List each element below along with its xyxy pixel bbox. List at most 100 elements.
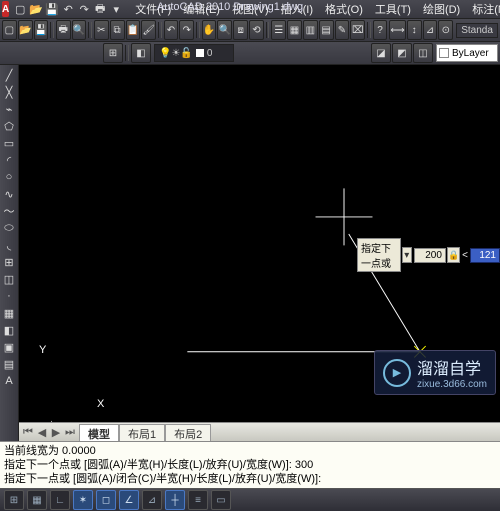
status-qp-icon[interactable]: ▭ [211, 490, 231, 510]
play-icon: ▶ [383, 359, 411, 387]
dynamic-input: 指定下一点或 ▾ 200 🔒 < 121 [357, 247, 500, 263]
zoom-win-icon[interactable]: ⧈ [233, 20, 248, 40]
status-ducs-icon[interactable]: ⊿ [142, 490, 162, 510]
pan-icon[interactable]: ✋ [202, 20, 217, 40]
insert-block-icon[interactable]: ⊞ [1, 254, 17, 270]
menubar: A ▢ 📂 💾 ↶ ↷ 🖶 ▾ 文件(F) 编辑(E) 视图(V) 插入(I) … [0, 0, 500, 19]
ellipse-icon[interactable]: ⬭ [1, 220, 17, 236]
layer-iso-icon[interactable]: ◪ [371, 43, 391, 63]
zoom-prev-icon[interactable]: ⟲ [249, 20, 264, 40]
status-snap-icon[interactable]: ⊞ [4, 490, 24, 510]
menu-format[interactable]: 格式(O) [319, 0, 369, 19]
mtext-icon[interactable]: A [1, 373, 17, 389]
layer-match-icon[interactable]: ◫ [413, 43, 433, 63]
status-dyn-icon[interactable]: ┼ [165, 490, 185, 510]
cmd-history-2: 指定下一个点或 [圆弧(A)/半宽(H)/长度(L)/放弃(U)/宽度(W)]:… [4, 458, 496, 472]
status-otrack-icon[interactable]: ∠ [119, 490, 139, 510]
calc-icon[interactable]: ⌧ [350, 20, 365, 40]
cut-icon[interactable]: ✂ [94, 20, 109, 40]
menu-file[interactable]: 文件(F) [129, 0, 177, 19]
qat-undo-icon[interactable]: ↶ [61, 2, 75, 16]
save-icon[interactable]: 💾 [34, 20, 49, 40]
match-icon[interactable]: 🖌 [141, 20, 156, 40]
tab-nav-first-icon[interactable]: ⏮ [21, 425, 35, 439]
open-icon[interactable]: 📂 [18, 20, 33, 40]
status-osnap-icon[interactable]: ◻ [96, 490, 116, 510]
region-icon[interactable]: ▣ [1, 339, 17, 355]
line-icon[interactable]: ╱ [1, 67, 17, 83]
polygon-icon[interactable]: ⬠ [1, 118, 17, 134]
dyn-dropdown-icon[interactable]: ▾ [402, 247, 412, 263]
ellipse-arc-icon[interactable]: ◟ [1, 237, 17, 253]
tool-palette-icon[interactable]: ▥ [303, 20, 318, 40]
copy-icon[interactable]: ⧉ [110, 20, 125, 40]
plot-icon[interactable]: 🖶 [56, 20, 71, 40]
dim-2-icon[interactable]: ↕ [407, 20, 422, 40]
gradient-icon[interactable]: ◧ [1, 322, 17, 338]
layer-bulb-icon: 💡 [159, 48, 171, 59]
zoom-rt-icon[interactable]: 🔍 [217, 20, 232, 40]
menu-insert[interactable]: 插入(I) [275, 0, 319, 19]
design-center-icon[interactable]: ▦ [287, 20, 302, 40]
point-icon[interactable]: · [1, 288, 17, 304]
menu-draw[interactable]: 绘图(D) [417, 0, 466, 19]
make-block-icon[interactable]: ◫ [1, 271, 17, 287]
revcloud-icon[interactable]: ∿ [1, 186, 17, 202]
layer-state-icon[interactable]: ◧ [131, 43, 151, 63]
arc-icon[interactable]: ◜ [1, 152, 17, 168]
tab-model[interactable]: 模型 [79, 424, 119, 442]
dim-1-icon[interactable]: ⟷ [389, 20, 405, 40]
app-icon[interactable]: A [2, 1, 9, 17]
help-icon[interactable]: ? [373, 20, 388, 40]
status-lwt-icon[interactable]: ≡ [188, 490, 208, 510]
qat-plot-icon[interactable]: 🖶 [93, 2, 107, 16]
qat-open-icon[interactable]: 📂 [29, 2, 43, 16]
status-polar-icon[interactable]: ✶ [73, 490, 93, 510]
paste-icon[interactable]: 📋 [126, 20, 141, 40]
tab-layout2[interactable]: 布局2 [165, 424, 211, 442]
tab-nav-last-icon[interactable]: ⏭ [63, 425, 77, 439]
dim-4-icon[interactable]: ⊙ [438, 20, 453, 40]
standard-toolbar: ▢ 📂 💾 🖶 🔍 ✂ ⧉ 📋 🖌 ↶ ↷ ✋ 🔍 ⧈ ⟲ ☰ ▦ ▥ ▤ ✎ … [0, 19, 500, 42]
layer-prev-icon[interactable]: ◩ [392, 43, 412, 63]
dim-3-icon[interactable]: ⊿ [423, 20, 438, 40]
cline-icon[interactable]: ╳ [1, 84, 17, 100]
properties-icon[interactable]: ☰ [271, 20, 286, 40]
tab-nav-next-icon[interactable]: ▶ [49, 425, 63, 439]
hatch-icon[interactable]: ▦ [1, 305, 17, 321]
circle-icon[interactable]: ○ [1, 169, 17, 185]
qat-dropdown-icon[interactable]: ▾ [109, 2, 123, 16]
rect-icon[interactable]: ▭ [1, 135, 17, 151]
redo-icon[interactable]: ↷ [179, 20, 194, 40]
qat-new-icon[interactable]: ▢ [13, 2, 27, 16]
dyn-length-input[interactable]: 200 [414, 248, 446, 263]
preview-icon[interactable]: 🔍 [72, 20, 87, 40]
layer-combo[interactable]: 💡 ☀ 🔓 0 [154, 44, 234, 62]
dimstyle-combo[interactable]: Standa [456, 23, 498, 38]
status-grid-icon[interactable]: ▦ [27, 490, 47, 510]
sheet-set-icon[interactable]: ▤ [319, 20, 334, 40]
undo-icon[interactable]: ↶ [164, 20, 179, 40]
menu-dimension[interactable]: 标注(N) [466, 0, 500, 19]
tab-nav-prev-icon[interactable]: ◀ [35, 425, 49, 439]
dyn-lock-icon[interactable]: 🔒 [447, 247, 460, 263]
color-combo[interactable]: ByLayer [436, 44, 498, 62]
qat-redo-icon[interactable]: ↷ [77, 2, 91, 16]
new-icon[interactable]: ▢ [2, 20, 17, 40]
menu-view[interactable]: 视图(V) [226, 0, 275, 19]
command-line[interactable]: 当前线宽为 0.0000 指定下一个点或 [圆弧(A)/半宽(H)/长度(L)/… [0, 441, 500, 488]
menu-tools[interactable]: 工具(T) [369, 0, 417, 19]
qat-save-icon[interactable]: 💾 [45, 2, 59, 16]
watermark-brand: 溜溜自学 [417, 355, 487, 379]
tab-layout1[interactable]: 布局1 [119, 424, 165, 442]
menu-edit[interactable]: 编辑(E) [177, 0, 226, 19]
ucs-x-label: X [97, 398, 104, 410]
dyn-prompt: 指定下一点或 [357, 238, 401, 272]
spline-icon[interactable]: 〜 [1, 203, 17, 219]
table-icon[interactable]: ▤ [1, 356, 17, 372]
status-ortho-icon[interactable]: ∟ [50, 490, 70, 510]
markup-icon[interactable]: ✎ [335, 20, 350, 40]
layer-props-icon[interactable]: ⊞ [103, 43, 123, 63]
pline-icon[interactable]: ⌁ [1, 101, 17, 117]
dyn-angle-input[interactable]: 121 [470, 248, 500, 263]
